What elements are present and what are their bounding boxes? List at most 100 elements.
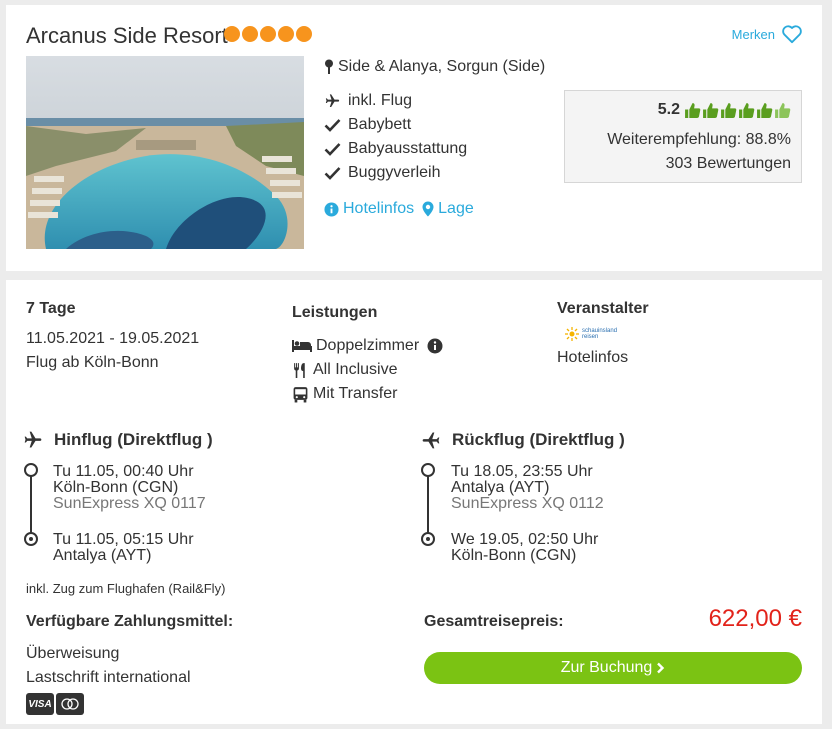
merken-button[interactable]: Merken <box>732 24 803 44</box>
outbound-dep-time: Tu 11.05, 00:40 Uhr <box>53 463 194 480</box>
trip-dates: 11.05.2021 - 19.05.2021 <box>26 330 200 347</box>
thumb-up-icon <box>757 102 773 118</box>
feature-babyausstattung: Babyausstattung <box>324 140 467 158</box>
star-icon <box>296 26 312 42</box>
return-dep-airport: Antalya (AYT) <box>451 479 550 496</box>
outbound-carrier: SunExpress XQ 0117 <box>53 495 206 512</box>
payment-cards: VISA <box>26 693 84 715</box>
info-icon[interactable] <box>427 338 443 354</box>
return-arr-airport: Köln-Bonn (CGN) <box>451 547 577 564</box>
hotel-title[interactable]: Arcanus Side Resort <box>26 23 228 49</box>
service-room: Doppelzimmer <box>292 337 443 355</box>
payment-method: Lastschrift international <box>26 669 191 686</box>
total-price: 622,00 € <box>708 605 802 632</box>
feature-label: Babybett <box>348 116 412 133</box>
rating-thumbs <box>684 102 791 119</box>
service-label: Mit Transfer <box>313 385 398 402</box>
feature-buggyverleih: Buggyverleih <box>324 164 441 182</box>
hotel-stars <box>224 26 312 42</box>
service-transfer: Mit Transfer <box>292 385 397 403</box>
map-marker-icon <box>422 201 434 217</box>
services-title: Leistungen <box>292 304 378 321</box>
visa-badge: VISA <box>26 693 54 715</box>
operator-title: Veranstalter <box>557 300 649 317</box>
thumb-up-icon <box>721 102 737 118</box>
hotel-photo[interactable] <box>26 56 304 249</box>
rating-recommendation: Weiterempfehlung: 88.8% <box>607 131 791 148</box>
mastercard-icon <box>56 693 84 715</box>
return-timeline <box>427 476 429 538</box>
feature-babybett: Babybett <box>324 116 411 134</box>
plane-icon <box>325 94 340 107</box>
timeline-dot <box>421 532 435 546</box>
info-icon <box>324 201 339 217</box>
bed-icon <box>292 340 312 352</box>
operator-logo-text: schauinsland reisen <box>582 328 618 340</box>
check-icon <box>324 119 341 132</box>
chevron-right-icon <box>657 662 665 674</box>
heart-icon <box>782 25 802 44</box>
outbound-arr-time: Tu 11.05, 05:15 Uhr <box>53 531 194 548</box>
rail-fly-note: inkl. Zug zum Flughafen (Rail&Fly) <box>26 581 226 596</box>
lage-link[interactable]: Lage <box>422 200 474 218</box>
location-text: Side & Alanya, Sorgun (Side) <box>338 58 546 75</box>
feature-label: Buggyverleih <box>348 164 441 181</box>
return-carrier: SunExpress XQ 0112 <box>451 495 604 512</box>
hotel-location: Side & Alanya, Sorgun (Side) <box>324 58 545 76</box>
trip-duration: 7 Tage <box>26 300 76 317</box>
payment-title: Verfügbare Zahlungsmittel: <box>26 613 234 630</box>
merken-label: Merken <box>731 26 775 42</box>
hotelinfos-label: Hotelinfos <box>343 200 415 217</box>
outbound-title: Hinflug (Direktflug ) <box>54 430 213 449</box>
rating-box[interactable]: 5.2 Weiterempfehlung: 88.8% 303 Bewertun… <box>564 90 802 183</box>
thumb-up-icon <box>739 102 755 118</box>
offer-card: 7 Tage 11.05.2021 - 19.05.2021 Flug ab K… <box>6 280 822 724</box>
thumb-up-icon <box>703 102 719 118</box>
hotelinfos-link[interactable]: Hotelinfos <box>324 200 414 218</box>
check-icon <box>324 167 341 180</box>
service-label: All Inclusive <box>313 361 398 378</box>
booking-button-label: Zur Buchung <box>560 659 653 676</box>
rating-score: 5.2 <box>657 101 680 118</box>
trip-departure: Flug ab Köln-Bonn <box>26 354 159 371</box>
rating-score-row: 5.2 <box>658 101 791 119</box>
service-label: Doppelzimmer <box>316 337 420 354</box>
thumb-up-half-icon <box>775 102 791 118</box>
hotel-card: Arcanus Side Resort Merken Side & Alanya… <box>6 5 822 271</box>
plane-return-icon <box>422 432 440 449</box>
operator-logo: schauinsland reisen <box>565 327 624 341</box>
cutlery-icon <box>294 362 305 378</box>
return-flight-header: Rückflug (Direktflug ) <box>420 430 625 450</box>
star-icon <box>278 26 294 42</box>
operator-hotelinfos-link[interactable]: Hotelinfos <box>557 349 628 367</box>
total-price-label: Gesamtreisepreis: <box>424 613 564 630</box>
timeline-dot <box>24 463 38 477</box>
lage-label: Lage <box>438 200 474 217</box>
return-dep-time: Tu 18.05, 23:55 Uhr <box>451 463 593 480</box>
outbound-flight-header: Hinflug (Direktflug ) <box>22 430 213 450</box>
bus-icon <box>293 386 308 402</box>
map-pin-icon <box>325 59 333 74</box>
star-icon <box>224 26 240 42</box>
outbound-dep-airport: Köln-Bonn (CGN) <box>53 479 179 496</box>
booking-button[interactable]: Zur Buchung <box>424 652 802 684</box>
timeline-dot <box>421 463 435 477</box>
thumb-up-icon <box>685 102 701 118</box>
return-title: Rückflug (Direktflug ) <box>452 430 625 449</box>
hotel-links: Hotelinfos Lage <box>324 200 474 218</box>
timeline-dot <box>24 532 38 546</box>
service-board: All Inclusive <box>292 361 397 379</box>
feature-label: Babyausstattung <box>348 140 468 157</box>
outbound-timeline <box>30 476 32 538</box>
star-icon <box>242 26 258 42</box>
return-arr-time: We 19.05, 02:50 Uhr <box>451 531 599 548</box>
check-icon <box>324 143 341 156</box>
feature-flight: inkl. Flug <box>324 92 412 110</box>
rating-reviews: 303 Bewertungen <box>665 155 791 172</box>
feature-label: inkl. Flug <box>348 92 413 109</box>
star-icon <box>260 26 276 42</box>
outbound-arr-airport: Antalya (AYT) <box>53 547 152 564</box>
sun-logo-icon <box>565 327 579 341</box>
plane-icon <box>24 431 42 448</box>
payment-method: Überweisung <box>26 645 120 662</box>
